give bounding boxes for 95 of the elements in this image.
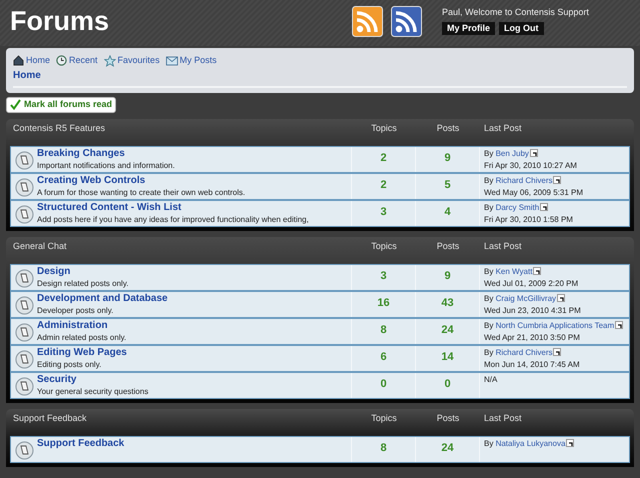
topics-count: 3 [380, 268, 387, 284]
posts-count: 4 [444, 204, 451, 220]
star-icon [104, 54, 116, 67]
forum-link[interactable]: Breaking Changes [37, 148, 125, 160]
posts-count: 14 [441, 350, 454, 364]
by-label: By [484, 294, 494, 302]
envelope-icon [166, 56, 178, 66]
column-header: Posts [436, 412, 460, 424]
column-header: Topics [370, 240, 398, 253]
forum-description: Admin related posts only. [37, 332, 128, 344]
rss-icon[interactable] [391, 6, 422, 37]
section-title: General Chat [12, 240, 68, 252]
topics-count: 3 [380, 204, 387, 220]
author-link[interactable]: Richard Chivers [496, 176, 552, 184]
by-label: By [484, 438, 494, 448]
post-date: Fri Apr 30, 2010 10:27 AM [484, 160, 578, 172]
author-link[interactable]: Nataliya Lukyanova [496, 438, 566, 448]
posts-count: 9 [444, 150, 451, 166]
posts-count: 0 [444, 376, 451, 392]
forum-link[interactable]: Support Feedback [37, 438, 124, 450]
column-header: Topics [370, 412, 398, 425]
go-to-post-icon[interactable] [533, 267, 542, 276]
welcome-text: Paul, Welcome to Contensis Support [442, 6, 590, 19]
by-label: By [484, 348, 494, 356]
forum-description: Editing posts only. [37, 358, 102, 370]
post-date: Mon Jun 14, 2010 7:45 AM [484, 358, 581, 370]
forum-link[interactable]: Administration [37, 320, 108, 332]
forum-link[interactable]: Creating Web Controls [37, 174, 146, 186]
topics-count: 2 [380, 150, 387, 166]
by-label: By [484, 266, 494, 276]
topics-count: 2 [380, 178, 387, 192]
post-date: Wed May 06, 2009 5:31 PM [484, 186, 584, 198]
author-link[interactable]: Craig McGillivray [496, 294, 556, 302]
topics-count: 16 [377, 296, 390, 310]
column-header: Posts [436, 240, 460, 252]
column-header: Last Post [483, 240, 523, 252]
forum-link[interactable]: Structured Content - Wish List [37, 202, 182, 214]
post-date: Wed Jun 23, 2010 4:31 PM [484, 304, 582, 316]
post-date: Wed Apr 21, 2010 3:50 PM [484, 332, 581, 344]
author-link[interactable]: Richard Chivers [496, 348, 552, 356]
forum-description: Design related posts only. [37, 278, 130, 290]
forum-description: Developer posts only. [37, 304, 114, 316]
by-label: By [484, 202, 494, 212]
header-button[interactable]: Log Out [499, 22, 544, 34]
column-header: Last Post [483, 122, 523, 134]
go-to-post-icon[interactable] [540, 203, 548, 212]
topics-count: 0 [380, 376, 387, 392]
mark-read-button[interactable]: Mark all forums read [6, 96, 116, 112]
forum-description: Add posts here if you have any ideas for improved functionality when editing, [37, 214, 310, 226]
header-button[interactable]: My Profile [442, 22, 496, 34]
go-to-post-icon[interactable] [530, 149, 538, 158]
checkmark-icon [10, 99, 21, 110]
nav-link[interactable]: Recent [69, 54, 98, 68]
go-to-post-icon[interactable] [553, 176, 562, 184]
author-link[interactable]: Ken Wyatt [496, 266, 532, 276]
topics-count: 8 [380, 440, 387, 456]
post-date: Wed Jul 01, 2009 2:20 PM [484, 278, 580, 290]
go-to-post-icon[interactable] [557, 294, 566, 302]
author-link[interactable]: North Cumbria Applications Team [496, 320, 614, 330]
posts-count: 9 [444, 268, 451, 284]
go-to-post-icon[interactable] [615, 321, 624, 330]
topics-count: 8 [380, 322, 387, 338]
go-to-post-icon[interactable] [553, 348, 562, 356]
section-title: Contensis R5 Features [12, 122, 106, 134]
column-header: Posts [436, 122, 460, 134]
author-link[interactable]: Ben Juby [496, 148, 529, 158]
topics-count: 6 [380, 350, 387, 364]
posts-count: 43 [441, 296, 454, 310]
nav-link[interactable]: Home [26, 54, 50, 68]
forum-link[interactable]: Development and Database [37, 292, 168, 304]
author-link[interactable]: Darcy Smith [496, 202, 540, 212]
posts-count: 24 [441, 322, 454, 338]
forum-description: A forum for those wanting to create their own web controls. [37, 186, 246, 198]
nav-link[interactable]: My Posts [180, 54, 217, 68]
posts-count: 5 [444, 178, 451, 192]
clock-icon [56, 55, 68, 66]
posts-count: 24 [441, 440, 454, 456]
section-title: Support Feedback [12, 412, 88, 425]
forum-link[interactable]: Design [37, 266, 70, 278]
forum-link[interactable]: Editing Web Pages [37, 346, 127, 358]
breadcrumb-link[interactable]: Home [13, 68, 41, 82]
by-label: By [484, 176, 494, 184]
column-header: Last Post [483, 412, 523, 424]
post-date: Fri Apr 30, 2010 1:58 PM [484, 214, 574, 226]
go-to-post-icon[interactable] [566, 439, 574, 448]
forum-link[interactable]: Security [37, 374, 76, 386]
by-label: By [484, 320, 494, 330]
nav-link[interactable]: Favourites [118, 54, 160, 68]
no-post-text: N/A [484, 374, 498, 384]
forum-description: Your general security questions [37, 386, 150, 398]
by-label: By [484, 148, 494, 158]
forum-description: Important notifications and information. [37, 160, 176, 172]
house-icon [13, 55, 24, 66]
page-title: Forums [10, 5, 110, 38]
column-header: Topics [370, 122, 398, 135]
